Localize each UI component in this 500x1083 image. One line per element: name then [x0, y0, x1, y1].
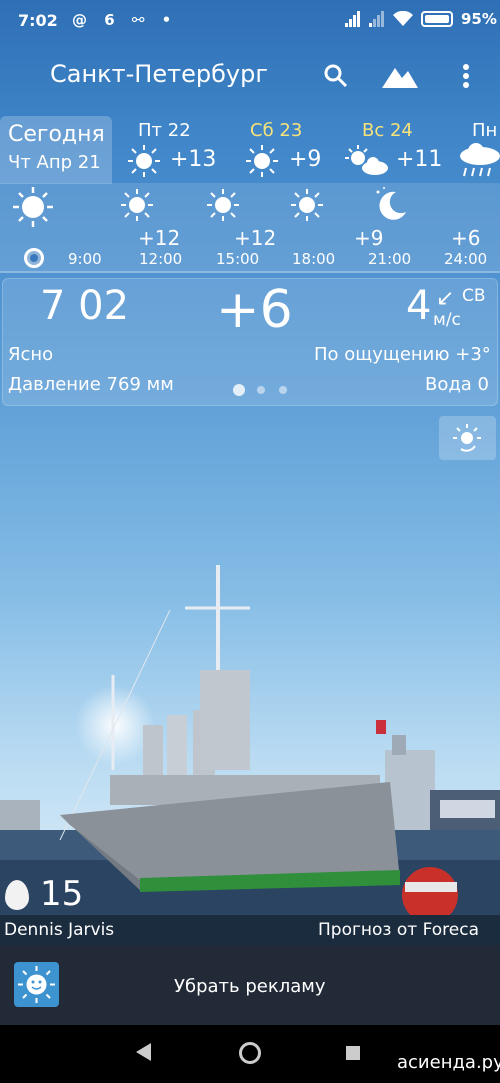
system-icons: 95%: [345, 10, 497, 28]
day-name[interactable]: Пн: [472, 120, 497, 141]
photo-number: 15: [40, 874, 84, 914]
day-name[interactable]: Вс 24: [362, 120, 413, 141]
sun-toggle-button[interactable]: [439, 416, 496, 460]
background-photo: [0, 565, 500, 915]
pager-dot-active[interactable]: [233, 384, 245, 396]
battery-percent: 95%: [461, 10, 497, 28]
menu-icon[interactable]: [456, 62, 476, 90]
day-item[interactable]: Пт 22: [138, 120, 191, 141]
day-temp: +9: [289, 147, 322, 172]
status-time: 7:02: [18, 11, 58, 30]
day-name[interactable]: Сб 23: [250, 120, 302, 141]
hour-time: 21:00: [368, 250, 412, 268]
water-temp: Вода 0: [425, 374, 490, 395]
sun-icon: [291, 189, 323, 221]
photo-author[interactable]: Dennis Jarvis: [4, 920, 114, 940]
day-temp: +13: [170, 147, 217, 172]
sun-cloud-icon: [345, 145, 388, 175]
signal-icon: [345, 11, 361, 27]
smiling-sun-icon: [18, 966, 55, 1003]
app-icon: [14, 962, 59, 1007]
wind-arrow-icon: ↙: [436, 286, 455, 311]
pager-dot[interactable]: [279, 386, 287, 394]
wind-direction: СВ: [462, 286, 486, 306]
wifi-icon: [393, 11, 413, 26]
sun-icon: [121, 189, 153, 221]
pressure: Давление 769 мм: [8, 374, 174, 395]
recents-icon[interactable]: [346, 1046, 360, 1060]
sun-icon: [13, 187, 53, 227]
sun-icon: [207, 189, 239, 221]
status-bar: 7:02 @ 6 ⚯ • 95%: [0, 0, 500, 40]
sun-icon: [246, 145, 278, 177]
hour-temp: +12: [138, 226, 181, 250]
day-temp: +11: [396, 147, 443, 172]
rain-icon: [460, 143, 500, 177]
hour-time: 18:00: [292, 250, 336, 268]
current-temp: +6: [216, 280, 293, 340]
day-name: Пт 22: [138, 120, 191, 141]
condition: Ясно: [8, 344, 54, 365]
city-title[interactable]: Санкт-Петербург: [50, 60, 268, 88]
sun-icon: [128, 145, 160, 177]
search-icon[interactable]: [322, 62, 350, 90]
wind-speed: 4: [406, 283, 432, 329]
sun-settings-icon: [453, 424, 481, 452]
landscape-icon[interactable]: [380, 62, 420, 90]
hour-time: 9:00: [68, 250, 102, 268]
wind-unit: м/с: [433, 310, 461, 330]
hour-temp: +6: [451, 226, 481, 250]
watermark: асиенда.ру: [397, 1052, 500, 1073]
hour-time: 12:00: [139, 250, 183, 268]
moon-icon: [376, 187, 406, 220]
hour-temp: +12: [234, 226, 277, 250]
remove-ads-label[interactable]: Убрать рекламу: [174, 976, 325, 997]
today-date: Чт Апр 21: [8, 152, 101, 173]
egg-icon[interactable]: [5, 880, 29, 910]
signal-2-icon: [369, 11, 385, 27]
hour-time: 15:00: [216, 250, 260, 268]
hour-time: 24:00: [444, 250, 488, 268]
pager-dot[interactable]: [257, 386, 265, 394]
feels-like: По ощущению +3°: [314, 344, 491, 365]
current-time: 7 02: [40, 283, 130, 329]
forecast-source[interactable]: Прогноз от Foreca: [318, 920, 479, 940]
today-label: Сегодня: [8, 122, 105, 147]
hour-temp: +9: [354, 226, 384, 250]
notification-icons: @ 6 ⚯ •: [72, 11, 178, 29]
current-time-marker: [24, 248, 44, 268]
back-icon[interactable]: [136, 1043, 151, 1061]
home-icon[interactable]: [239, 1042, 261, 1064]
battery-icon: [421, 11, 453, 27]
